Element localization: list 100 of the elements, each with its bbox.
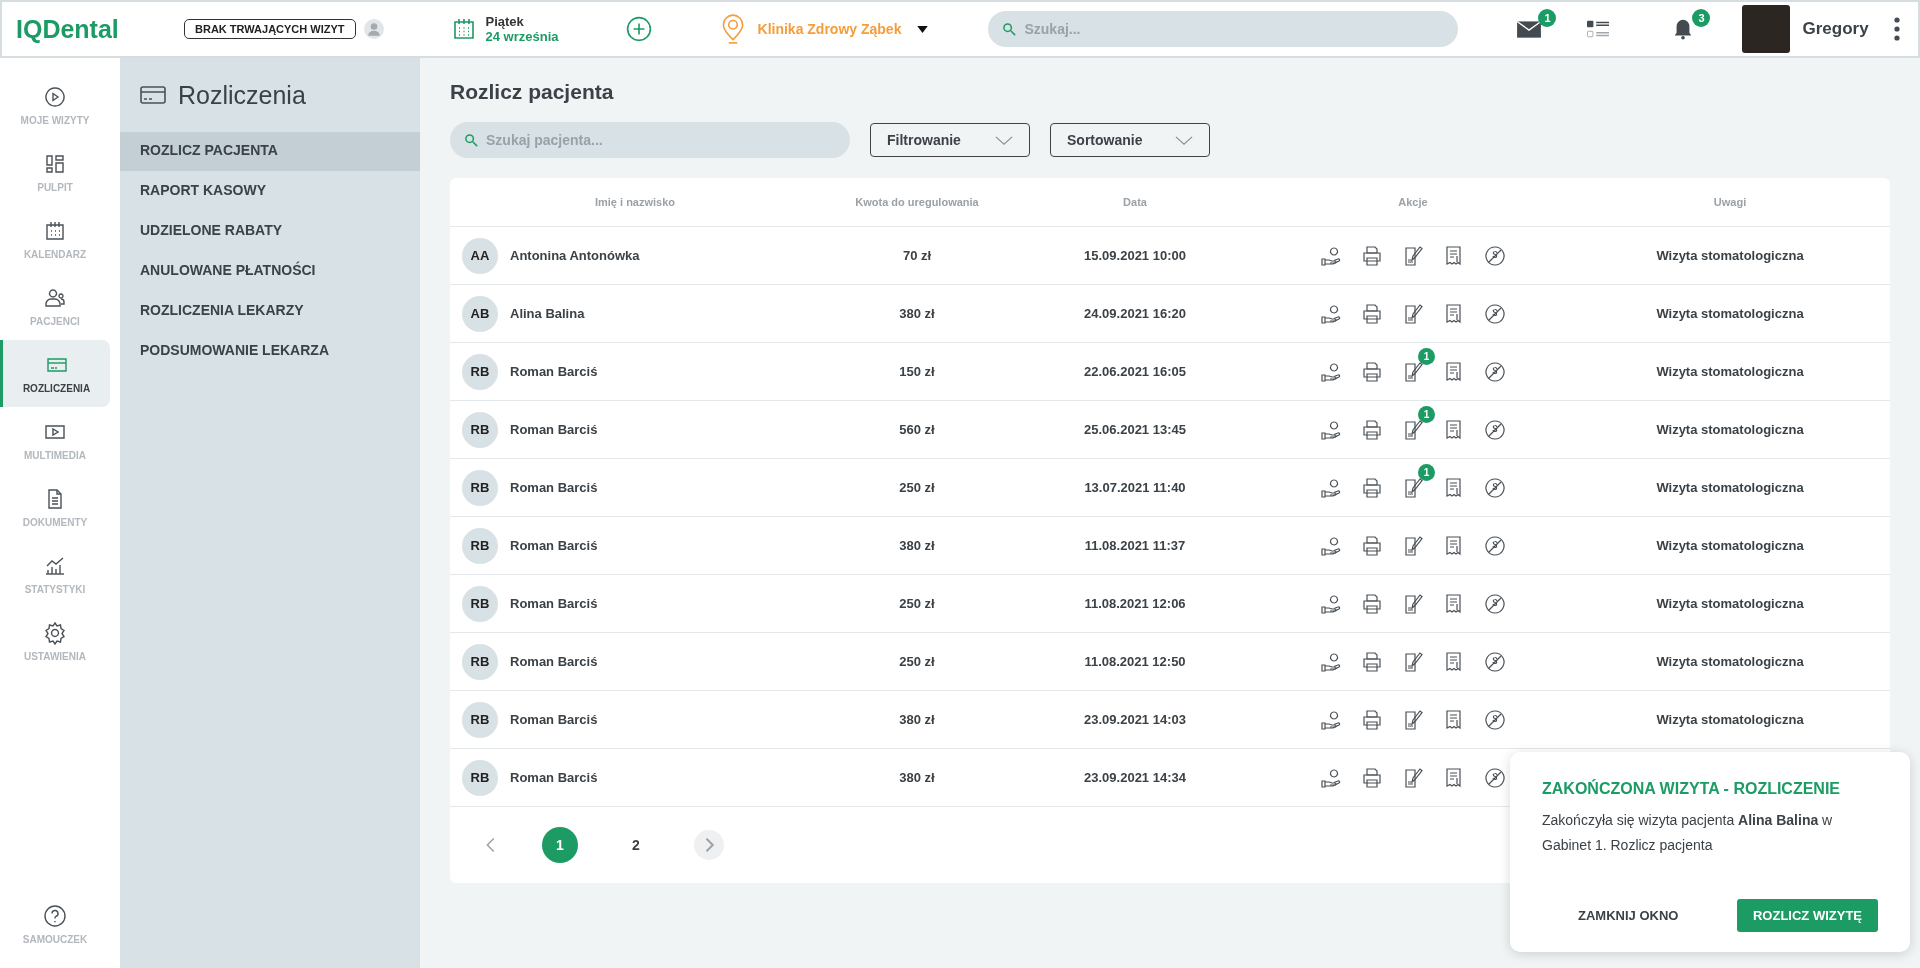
calendar-icon[interactable] bbox=[451, 17, 476, 41]
printer-icon[interactable] bbox=[1360, 417, 1384, 442]
initials-avatar: AB bbox=[462, 295, 498, 332]
popup-message: Zakończyła się wizyta pacjenta Alina Balina w Gabinet 1. Rozlicz pacjenta bbox=[1542, 811, 1834, 855]
patient-name[interactable]: Roman Barciś bbox=[510, 770, 598, 785]
patient-name[interactable]: Roman Barciś bbox=[510, 364, 598, 379]
add-icon[interactable] bbox=[625, 16, 652, 42]
logo[interactable]: IQDental bbox=[16, 14, 184, 44]
amount-cell-text: 560 zł bbox=[898, 422, 936, 437]
patient-name[interactable]: Roman Barciś bbox=[510, 654, 598, 669]
help-icon bbox=[43, 904, 67, 928]
note-count-badge: 1 bbox=[1418, 405, 1435, 423]
submenu-title: Rozliczenia bbox=[178, 80, 306, 110]
initials-avatar: RB bbox=[462, 701, 498, 738]
slashed-coin-icon[interactable] bbox=[1483, 649, 1507, 674]
popup-title: ZAKOŃCZONA WIZYTA - ROZLICZENIE bbox=[1542, 780, 1842, 798]
submenu-item[interactable]: UDZIELONE RABATY bbox=[120, 212, 420, 251]
patient-name[interactable]: Roman Barciś bbox=[510, 538, 598, 553]
note-count-badge: 1 bbox=[1418, 347, 1435, 365]
remarks-cell-text: Wizyta stomatologiczna bbox=[1655, 596, 1805, 611]
chart-icon bbox=[43, 554, 67, 578]
slashed-coin-icon[interactable] bbox=[1483, 417, 1507, 442]
date-cell-text: 11.08.2021 12:50 bbox=[1083, 654, 1187, 669]
printer-icon[interactable] bbox=[1360, 243, 1384, 268]
user-avatar-icon bbox=[363, 19, 384, 39]
slashed-coin-icon[interactable] bbox=[1483, 359, 1507, 384]
slashed-coin-icon[interactable] bbox=[1483, 301, 1507, 326]
initials-avatar: RB bbox=[462, 643, 498, 680]
slashed-coin-icon[interactable] bbox=[1483, 243, 1507, 268]
sort-dropdown[interactable]: Sortowanie bbox=[1050, 123, 1210, 157]
slashed-coin-icon[interactable] bbox=[1483, 533, 1507, 558]
user-name[interactable]: Gregory bbox=[1802, 19, 1869, 39]
date-cell-text: 24.09.2021 16:20 bbox=[1083, 306, 1187, 321]
date-label: 24 września bbox=[485, 29, 560, 44]
initials-avatar: RB bbox=[462, 527, 498, 564]
dashboard-icon bbox=[43, 152, 67, 176]
patient-name[interactable]: Alina Balina bbox=[510, 306, 585, 321]
date-cell-text: 22.06.2021 16:05 bbox=[1083, 364, 1187, 379]
patient-search-field[interactable]: Szukaj pacjenta... bbox=[450, 122, 850, 158]
calendar-icon bbox=[43, 219, 67, 243]
submenu-item[interactable]: ROZLICZ PACJENTA bbox=[120, 132, 420, 171]
amount-cell-text: 380 zł bbox=[898, 712, 936, 727]
weekday-label: Piątek bbox=[485, 14, 525, 29]
column-header: Kwota do uregulowania bbox=[854, 196, 980, 208]
page-title: Rozlicz pacjenta bbox=[450, 80, 615, 104]
patient-name[interactable]: Roman Barciś bbox=[510, 422, 598, 437]
patient-name[interactable]: Antonina Antonówka bbox=[510, 248, 640, 263]
amount-cell-text: 250 zł bbox=[898, 596, 936, 611]
patient-name[interactable]: Roman Barciś bbox=[510, 480, 598, 495]
more-options-icon[interactable] bbox=[1892, 17, 1901, 41]
submenu-item[interactable]: ANULOWANE PŁATNOŚCI bbox=[120, 252, 420, 291]
slashed-coin-icon[interactable] bbox=[1483, 707, 1507, 732]
date-cell-text: 11.08.2021 12:06 bbox=[1083, 596, 1187, 611]
settings-icon bbox=[43, 621, 67, 645]
search-field[interactable]: Szukaj... bbox=[988, 11, 1459, 47]
notification-count: 3 bbox=[1692, 9, 1711, 27]
printer-icon[interactable] bbox=[1360, 765, 1384, 790]
column-header: Uwagi bbox=[1712, 196, 1748, 208]
column-header: Akcje bbox=[1397, 196, 1429, 208]
remarks-cell-text: Wizyta stomatologiczna bbox=[1655, 654, 1805, 669]
confirm-button[interactable]: ROZLICZ WIZYTĘ bbox=[1736, 899, 1878, 932]
date-cell-text: 15.09.2021 10:00 bbox=[1083, 248, 1187, 263]
page-button[interactable]: 2 bbox=[618, 827, 654, 863]
nav-item[interactable]: ROZLICZENIA bbox=[0, 340, 110, 407]
initials-avatar: RB bbox=[462, 585, 498, 622]
slashed-coin-icon[interactable] bbox=[1483, 475, 1507, 500]
date-cell-text: 23.09.2021 14:03 bbox=[1083, 712, 1187, 727]
submenu-item[interactable]: PODSUMOWANIE LEKARZA bbox=[120, 332, 420, 371]
close-button[interactable]: ZAMKNIJ OKNO bbox=[1562, 899, 1695, 932]
users-icon bbox=[43, 286, 67, 310]
filter-dropdown[interactable]: Filtrowanie bbox=[870, 123, 1030, 157]
patient-name[interactable]: Roman Barciś bbox=[510, 596, 598, 611]
initials-avatar: RB bbox=[462, 353, 498, 390]
date-cell-text: 25.06.2021 13:45 bbox=[1083, 422, 1187, 437]
printer-icon[interactable] bbox=[1360, 359, 1384, 384]
date-cell-text: 11.08.2021 11:37 bbox=[1083, 538, 1187, 553]
slashed-coin-icon[interactable] bbox=[1483, 765, 1507, 790]
column-header: Imię i nazwisko bbox=[593, 196, 677, 208]
amount-cell-text: 250 zł bbox=[898, 654, 936, 669]
patient-name[interactable]: Roman Barciś bbox=[510, 712, 598, 727]
printer-icon[interactable] bbox=[1360, 533, 1384, 558]
remarks-cell-text: Wizyta stomatologiczna bbox=[1655, 538, 1805, 553]
printer-icon[interactable] bbox=[1360, 591, 1384, 616]
printer-icon[interactable] bbox=[1360, 649, 1384, 674]
submenu-item[interactable]: RAPORT KASOWY bbox=[120, 172, 420, 211]
page-button[interactable]: 1 bbox=[542, 827, 578, 863]
printer-icon[interactable] bbox=[1360, 707, 1384, 732]
date-cell-text: 13.07.2021 11:40 bbox=[1083, 480, 1187, 495]
printer-icon[interactable] bbox=[1360, 475, 1384, 500]
remarks-cell-text: Wizyta stomatologiczna bbox=[1655, 422, 1805, 437]
envelope-icon[interactable] bbox=[1516, 18, 1543, 40]
dropdown-caret-icon[interactable] bbox=[917, 25, 929, 33]
printer-icon[interactable] bbox=[1360, 301, 1384, 326]
column-header: Data bbox=[1122, 196, 1148, 208]
date-cell-text: 23.09.2021 14:34 bbox=[1083, 770, 1187, 785]
visit-status-badge: BRAK TRWAJĄCYCH WIZYT bbox=[184, 19, 356, 39]
search-icon bbox=[1002, 22, 1018, 37]
slashed-coin-icon[interactable] bbox=[1483, 591, 1507, 616]
initials-avatar: RB bbox=[462, 469, 498, 506]
submenu-item[interactable]: ROZLICZENIA LEKARZY bbox=[120, 292, 420, 331]
